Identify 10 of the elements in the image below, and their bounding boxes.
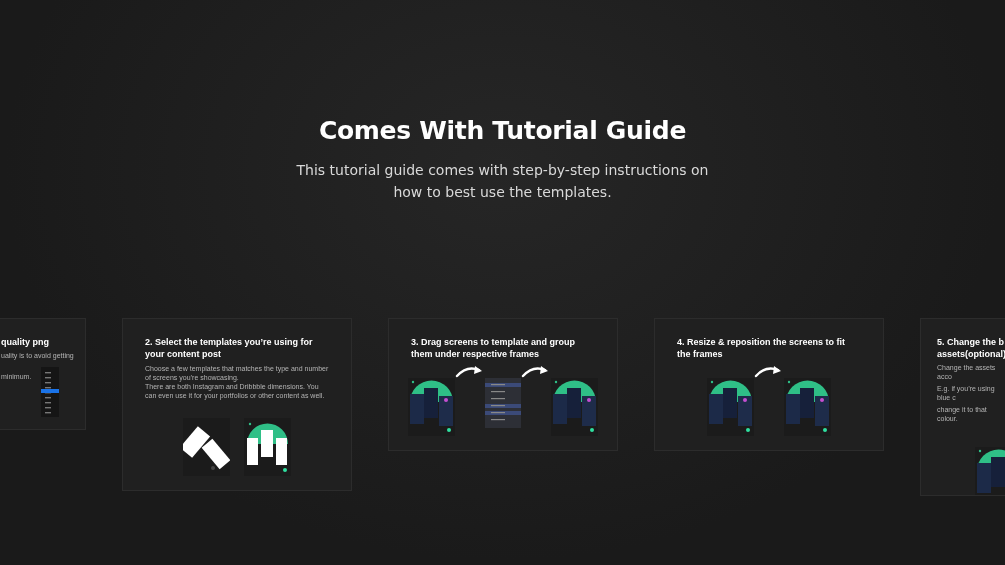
layers-panel-drawing xyxy=(485,378,521,428)
page-subtitle: This tutorial guide comes with step-by-step instructions on how to best use the templates. xyxy=(295,161,710,202)
step-title: assets(optional) xyxy=(937,348,1005,360)
step-title: quality png xyxy=(1,336,50,348)
step-title: 3. Drag screens to template and group them under respective frames xyxy=(411,336,577,360)
step-title: 5. Change the b xyxy=(937,336,1005,348)
page-title: Comes With Tutorial Guide xyxy=(317,116,688,145)
step-title: 2. Select the templates you’re using for your content post xyxy=(145,336,314,360)
step-title: 4. Resize & reposition the screens to fit the frames xyxy=(677,336,847,360)
dropdown-menu-drawing xyxy=(41,367,60,417)
